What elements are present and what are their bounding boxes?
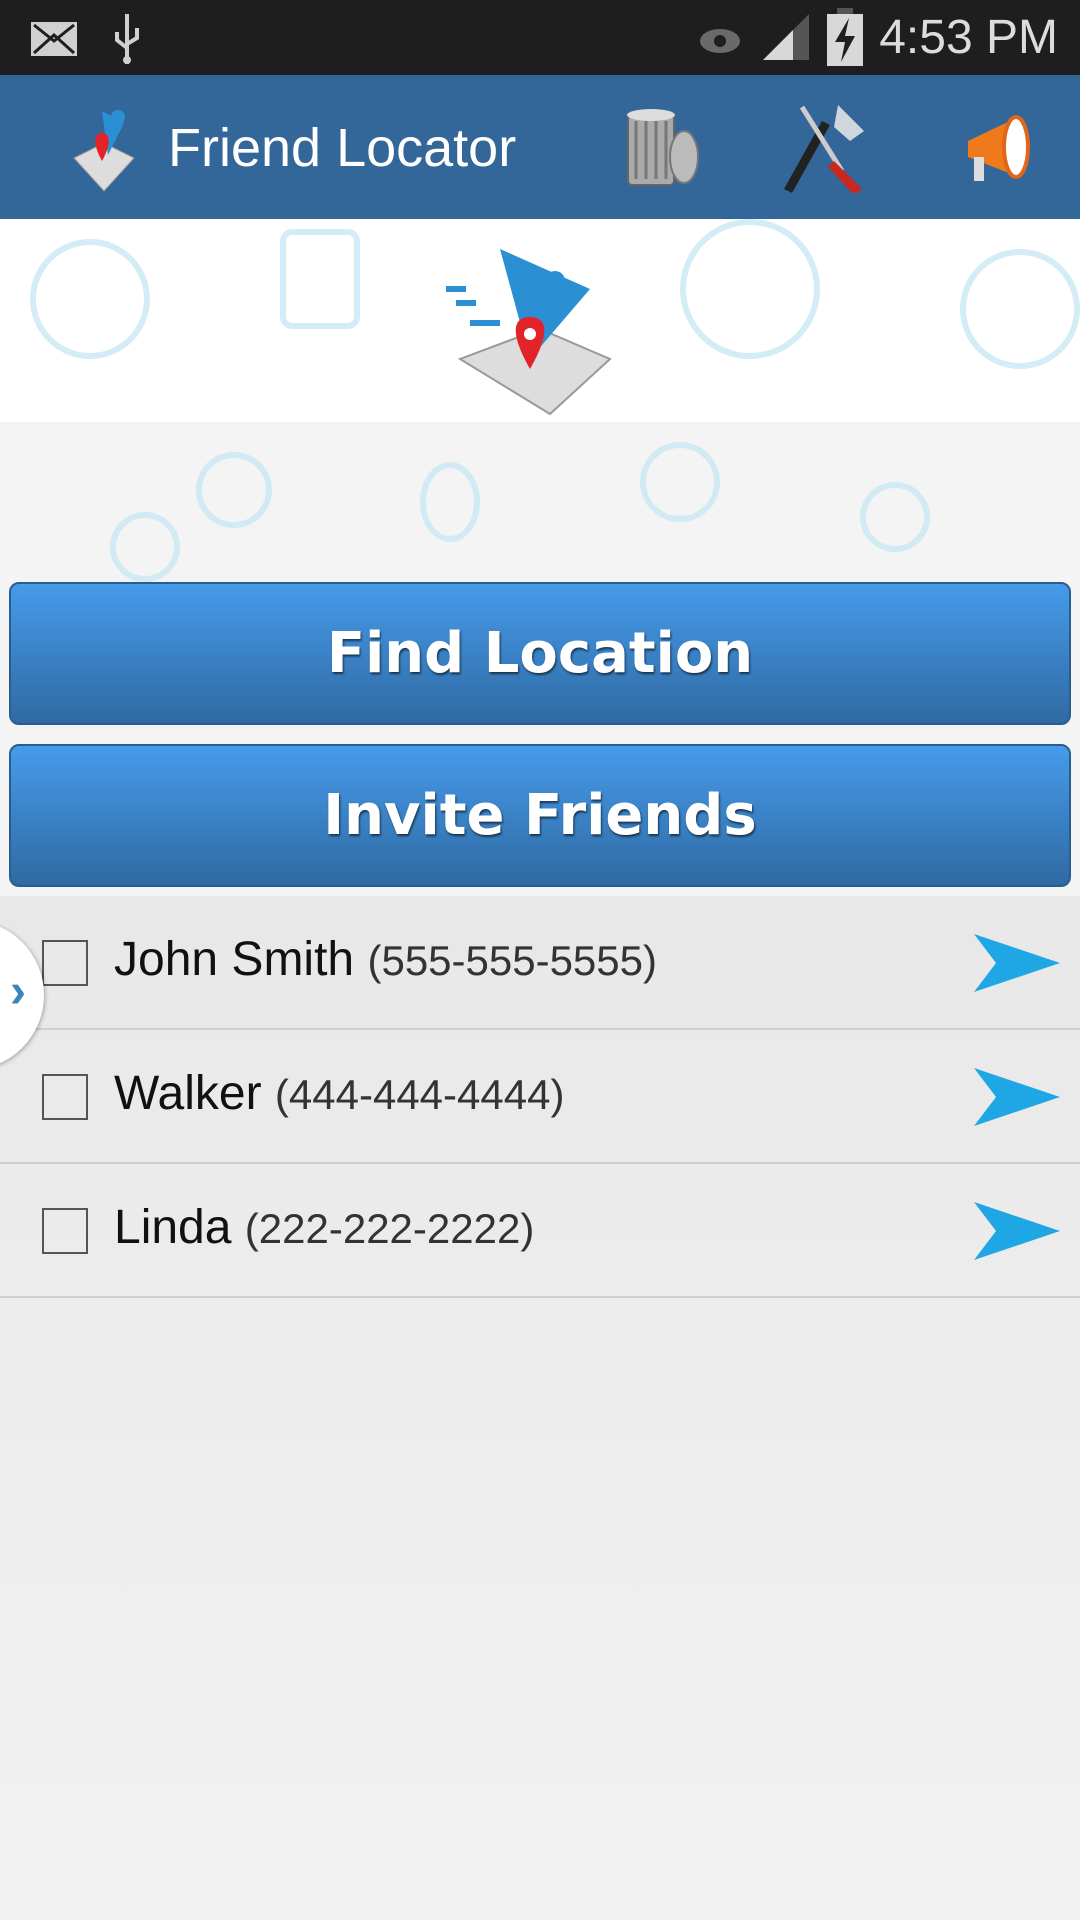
usb-icon: [115, 14, 139, 64]
app-logo-icon[interactable]: [64, 103, 144, 193]
eye-icon: [700, 29, 741, 53]
contact-list: John Smith (555-555-5555) Walker (444-44…: [0, 896, 1080, 1920]
contact-checkbox[interactable]: [42, 940, 88, 986]
clock: 4:53 PM: [879, 10, 1058, 64]
app-bar: Friend Locator: [0, 75, 1080, 219]
find-location-button[interactable]: Find Location: [9, 582, 1071, 725]
contact-name: John Smith: [114, 933, 355, 986]
contact-phone: (444-444-4444): [274, 1071, 565, 1118]
contact-checkbox[interactable]: [42, 1074, 88, 1120]
mail-icon: [31, 22, 77, 56]
contact-name: Walker: [114, 1067, 262, 1120]
send-location-icon[interactable]: [974, 934, 1060, 992]
contact-checkbox[interactable]: [42, 1208, 88, 1254]
battery-charging-icon: [827, 8, 864, 66]
contact-row[interactable]: Walker (444-444-4444): [0, 1030, 1080, 1164]
send-location-icon[interactable]: [974, 1202, 1060, 1260]
contact-row[interactable]: John Smith (555-555-5555): [0, 896, 1080, 1030]
invite-friends-button[interactable]: Invite Friends: [9, 744, 1071, 887]
contact-phone: (555-555-5555): [367, 937, 657, 984]
tools-icon[interactable]: [778, 101, 870, 193]
trash-icon[interactable]: [616, 101, 708, 193]
contact-row[interactable]: Linda (222-222-2222): [0, 1164, 1080, 1298]
contact-phone: (222-222-2222): [244, 1205, 535, 1252]
megaphone-icon[interactable]: [954, 101, 1046, 193]
app-hero-logo-icon: [446, 249, 612, 416]
status-bar: 4:53 PM: [0, 0, 1080, 75]
signal-icon: [763, 14, 810, 60]
hero-banner: [0, 219, 1080, 422]
chevron-right-icon: ›: [10, 965, 26, 1018]
contact-name: Linda: [114, 1201, 232, 1254]
send-location-icon[interactable]: [974, 1068, 1060, 1126]
app-title: Friend Locator: [168, 118, 517, 178]
